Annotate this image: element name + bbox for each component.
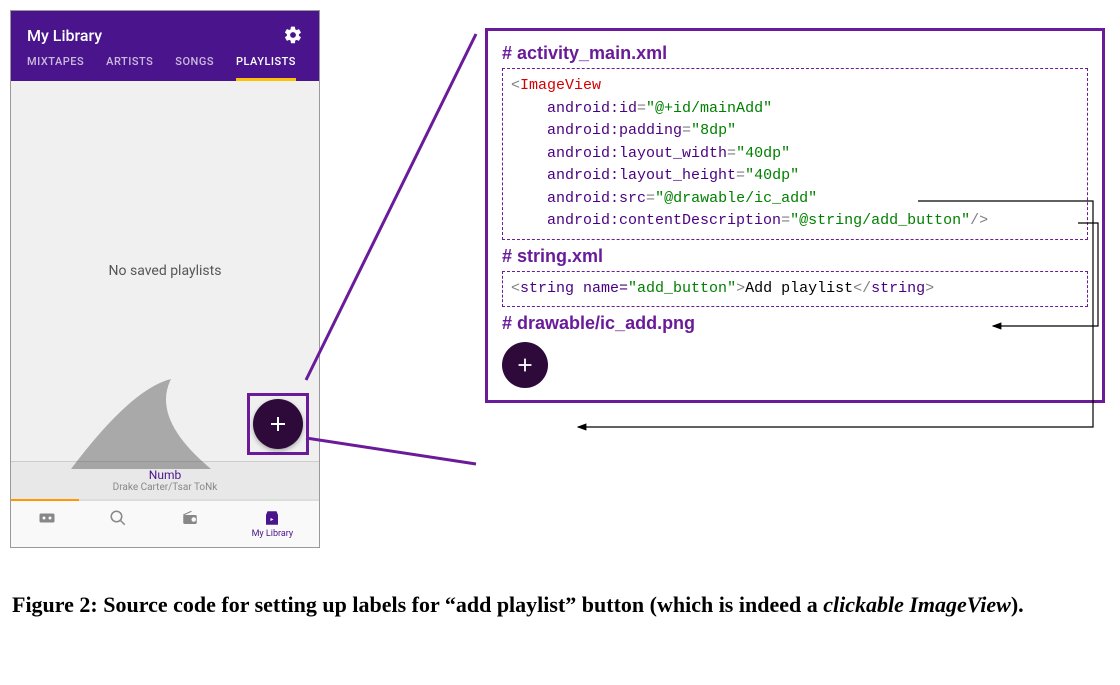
library-label: My Library xyxy=(252,529,294,539)
nav-library[interactable]: My Library xyxy=(252,509,294,539)
tab-playlists[interactable]: PLAYLISTS xyxy=(236,55,296,81)
plus-icon xyxy=(514,354,536,376)
tab-mixtapes[interactable]: MIXTAPES xyxy=(27,55,84,81)
code-panel: # activity_main.xml <ImageView android:i… xyxy=(485,28,1105,403)
content-area: No saved playlists xyxy=(11,81,319,461)
app-header: My Library MIXTAPES ARTISTS SONGS PLAYLI… xyxy=(11,11,319,81)
code-box-xml: <ImageView android:id="@+id/mainAdd" and… xyxy=(502,68,1088,240)
progress-bar[interactable] xyxy=(11,499,319,501)
song-artist: Drake Carter/Tsar ToNk xyxy=(11,482,319,493)
nav-search[interactable] xyxy=(108,509,128,539)
empty-state-text: No saved playlists xyxy=(109,263,222,279)
section-drawable: # drawable/ic_add.png xyxy=(502,313,1088,334)
figure-caption: Figure 2: Source code for setting up lab… xyxy=(12,590,1024,620)
add-playlist-fab[interactable] xyxy=(253,399,303,449)
background-art xyxy=(51,369,231,469)
song-title: Numb xyxy=(11,468,319,482)
section-string-xml: # string.xml xyxy=(502,246,1088,267)
drawable-add-icon xyxy=(502,342,548,388)
plus-icon xyxy=(266,412,290,436)
nav-cassette[interactable] xyxy=(37,509,57,539)
bottom-nav: My Library xyxy=(11,501,319,547)
header-title: My Library xyxy=(27,26,102,45)
fab-highlight-box xyxy=(247,393,309,455)
tab-artists[interactable]: ARTISTS xyxy=(106,55,153,81)
library-icon xyxy=(262,509,282,527)
nav-radio[interactable] xyxy=(180,509,200,539)
section-activity-main: # activity_main.xml xyxy=(502,43,1088,64)
code-box-string: <string name="add_button">Add playlist</… xyxy=(502,271,1088,308)
tab-songs[interactable]: SONGS xyxy=(175,55,214,81)
tab-bar: MIXTAPES ARTISTS SONGS PLAYLISTS xyxy=(27,55,303,81)
gear-icon[interactable] xyxy=(283,25,303,45)
radio-icon xyxy=(180,509,200,527)
phone-mockup: My Library MIXTAPES ARTISTS SONGS PLAYLI… xyxy=(10,10,320,548)
cassette-icon xyxy=(37,509,57,527)
search-icon xyxy=(108,509,128,527)
